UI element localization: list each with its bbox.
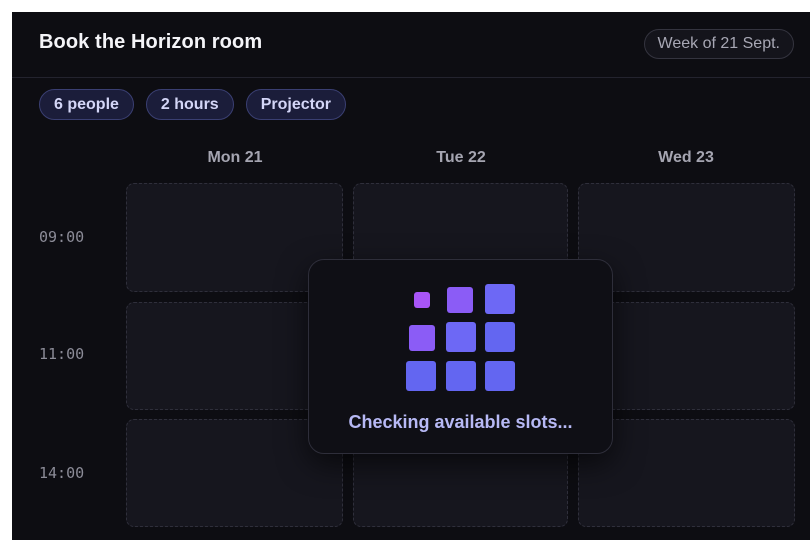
day-header-tue: Tue 22 bbox=[436, 149, 486, 166]
booking-panel: Book the Horizon room Week of 21 Sept. 6… bbox=[12, 12, 810, 540]
loader-square bbox=[406, 361, 436, 391]
filter-chip-duration[interactable]: 2 hours bbox=[145, 89, 234, 120]
time-label-1400: 14:00 bbox=[39, 464, 85, 482]
loader-square bbox=[414, 292, 430, 308]
loader-square bbox=[447, 287, 473, 313]
filter-chip-equipment[interactable]: Projector bbox=[245, 89, 346, 120]
loader-square bbox=[446, 322, 476, 352]
loader-square bbox=[485, 322, 515, 352]
day-header-wed: Wed 23 bbox=[658, 149, 714, 166]
filter-chips: 6 people 2 hours Projector bbox=[39, 89, 346, 120]
loader-square bbox=[485, 361, 515, 391]
loading-overlay: Checking available slots... bbox=[308, 259, 613, 454]
time-label-1100: 11:00 bbox=[39, 345, 85, 363]
week-selector[interactable]: Week of 21 Sept. bbox=[643, 29, 794, 59]
loading-grid-icon bbox=[406, 284, 518, 396]
loader-square bbox=[409, 325, 435, 351]
time-label-0900: 09:00 bbox=[39, 228, 85, 246]
day-header-mon: Mon 21 bbox=[207, 149, 263, 166]
page-title: Book the Horizon room bbox=[39, 31, 263, 53]
loader-square bbox=[485, 284, 515, 314]
loading-message: Checking available slots... bbox=[348, 412, 573, 432]
panel-header: Book the Horizon room Week of 21 Sept. bbox=[12, 12, 810, 78]
filter-chip-people[interactable]: 6 people bbox=[39, 89, 134, 120]
loader-square bbox=[446, 361, 476, 391]
